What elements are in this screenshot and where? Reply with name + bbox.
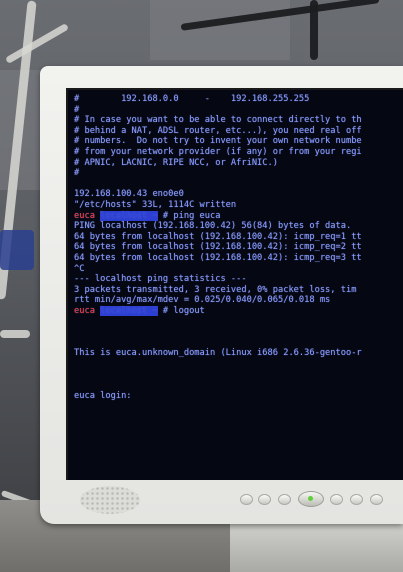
terminal-prompt-line: euca localhost ~ # ping euca (74, 210, 221, 221)
cable (0, 330, 30, 338)
prompt-directory: localhost ~ (100, 305, 158, 316)
input-button[interactable] (330, 494, 343, 505)
terminal-line: ^C (74, 263, 85, 274)
cable (0, 230, 34, 270)
terminal-line: euca login: (74, 390, 132, 401)
prompt-hostname: euca (74, 305, 95, 316)
terminal-line: PING localhost (192.168.100.42) 56(84) b… (74, 221, 352, 232)
prompt-hostname: euca (74, 210, 95, 221)
prompt-command: logout (173, 305, 205, 316)
power-led (308, 496, 313, 501)
monitor-screen: # 192.168.0.0 - 192.168.255.255 # # In cas… (66, 88, 403, 480)
terminal-line: 64 bytes from localhost (192.168.100.42)… (74, 231, 362, 242)
up-button[interactable] (278, 494, 291, 505)
terminal-prompt-line: euca localhost ~ # logout (74, 305, 205, 316)
exit-button[interactable] (370, 494, 383, 505)
terminal-line: # behind a NAT, ADSL router, etc...), yo… (74, 125, 362, 136)
monitor-stand (230, 524, 403, 572)
terminal-line: --- localhost ping statistics --- (74, 274, 247, 285)
auto-button[interactable] (350, 494, 363, 505)
prompt-directory: localhost ~ (100, 210, 158, 221)
terminal-line: # (74, 168, 80, 179)
speaker-grille-icon (80, 486, 140, 514)
terminal-line: # In case you want to be able to connect… (74, 115, 362, 126)
terminal-line: # from your network provider (if any) or… (74, 146, 362, 157)
terminal-line: "/etc/hosts" 33L, 1114C written (74, 199, 237, 210)
cable (310, 0, 318, 60)
terminal-line: # APNIC, LACNIC, RIPE NCC, or AfriNIC.) (74, 157, 278, 168)
terminal-line: rtt min/avg/max/mdev = 0.025/0.040/0.065… (74, 295, 331, 306)
wall-tile (150, 0, 290, 60)
terminal-console: # 192.168.0.0 - 192.168.255.255 # # In cas… (74, 94, 403, 401)
terminal-line: # (74, 104, 80, 115)
terminal-line: This is euca.unknown_domain (Linux i686 … (74, 348, 362, 359)
terminal-line: 192.168.100.43 eno0e0 (74, 189, 184, 200)
terminal-line: # 192.168.0.0 - 192.168.255.255 (74, 94, 310, 104)
prompt-command: ping euca (173, 210, 221, 221)
terminal-line: # numbers. Do not try to invent your own… (74, 136, 362, 147)
menu-button[interactable] (240, 494, 253, 505)
down-button[interactable] (258, 494, 271, 505)
terminal-line: 3 packets transmitted, 3 received, 0% pa… (74, 284, 357, 295)
terminal-line: 64 bytes from localhost (192.168.100.42)… (74, 252, 362, 263)
terminal-line: 64 bytes from localhost (192.168.100.42)… (74, 242, 362, 253)
